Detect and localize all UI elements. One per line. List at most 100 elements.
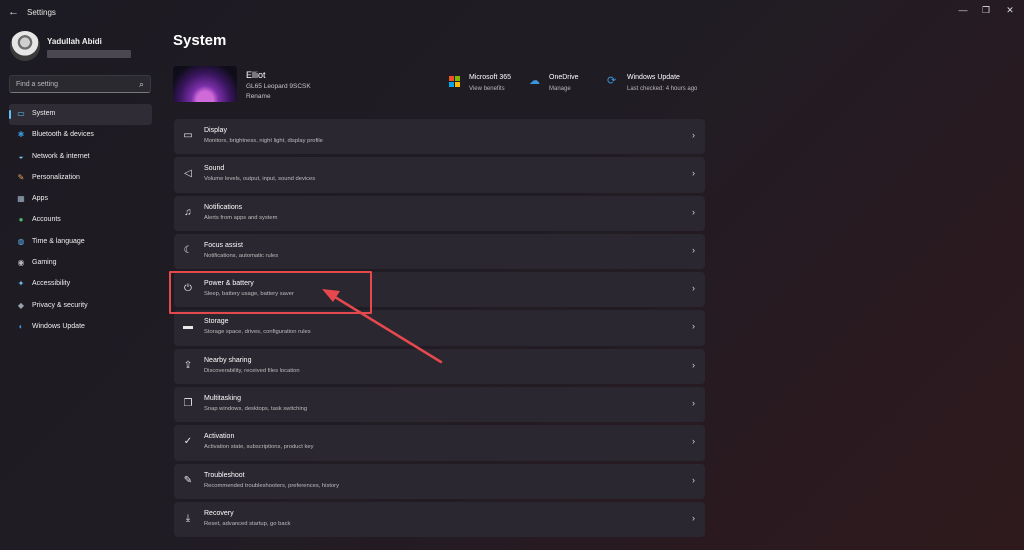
title-bar: ← Settings — ❐ ✕ — [0, 0, 1024, 26]
bell-icon: ♫ — [184, 206, 192, 218]
sidebar-item-windows-update[interactable]: ◐ Windows Update — [9, 317, 152, 338]
chevron-right-icon: › — [692, 321, 695, 332]
settings-row-title: Activation — [204, 433, 235, 441]
settings-row-sound[interactable]: ◁ Sound Volume levels, output, input, soun… — [174, 157, 705, 193]
wifi-icon: ◒ — [18, 151, 24, 161]
settings-row-storage[interactable]: ▬ Storage Storage space, drives, configura… — [174, 310, 705, 346]
settings-row-title: Nearby sharing — [204, 356, 252, 364]
sidebar-item-label: System — [32, 110, 56, 117]
globe-icon: ◍ — [17, 236, 25, 246]
checkmark-circle-icon: ✓ — [183, 436, 193, 448]
minimize-icon[interactable]: — — [954, 4, 972, 16]
settings-row-title: Sound — [204, 165, 225, 173]
settings-row-title: Display — [204, 127, 227, 134]
sidebar-item-accessibility[interactable]: ✦ Accessibility — [9, 274, 152, 295]
settings-row-title: Focus assist — [204, 241, 243, 249]
storage-icon: ▬ — [183, 321, 193, 333]
sidebar-item-network-internet[interactable]: ◒ Network & internet — [9, 147, 152, 168]
sidebar-item-label: Bluetooth & devices — [32, 131, 94, 139]
sidebar-item-label: Gaming — [32, 259, 57, 267]
settings-row-subtitle: Activation state, subscriptions, product… — [204, 444, 314, 451]
settings-row-focus-assist[interactable]: ☾ Focus assist Notifications, automatic ru… — [174, 233, 705, 270]
recovery-icon: ⤓ — [185, 512, 191, 524]
maximize-icon[interactable]: ❐ — [977, 4, 995, 16]
apps-icon: ▦ — [17, 194, 25, 204]
settings-row-subtitle: Alerts from apps and system — [204, 214, 278, 221]
settings-list: ▭ Display Monitors, brightness, night ligh… — [174, 119, 705, 540]
settings-row-subtitle: Discoverability, received files location — [204, 367, 300, 374]
brush-icon: ✎ — [17, 172, 25, 182]
sidebar-item-label: Accessibility — [32, 280, 71, 288]
onedrive-cloud-icon: ☁ — [529, 75, 540, 87]
device-wallpaper-thumbnail — [173, 66, 237, 102]
highlight-box-annotation — [169, 271, 372, 314]
chevron-right-icon: › — [692, 474, 695, 485]
rename-link[interactable]: Rename — [246, 93, 271, 100]
window-title: Settings — [27, 8, 56, 17]
shield-icon: ◆ — [17, 300, 25, 310]
settings-row-recovery[interactable]: ⤓ Recovery Reset, advanced startup, go bac… — [174, 501, 705, 538]
device-model: GL65 Leopard 9SCSK — [246, 83, 311, 90]
microsoft-logo-icon — [449, 76, 460, 87]
search-icon: ⌕ — [138, 79, 144, 89]
sidebar-item-label: Time & language — [32, 237, 85, 245]
sidebar-item-personalization[interactable]: ✎ Personalization — [9, 168, 152, 189]
settings-row-subtitle: Snap windows, desktops, task switching — [204, 406, 308, 413]
avatar[interactable] — [10, 31, 40, 61]
sidebar-item-label: Privacy & security — [32, 301, 88, 309]
search-placeholder: Find a setting — [16, 81, 59, 88]
active-indicator — [9, 110, 11, 119]
sidebar-item-bluetooth-devices[interactable]: ✱ Bluetooth & devices — [9, 125, 152, 146]
sidebar-item-label: Accounts — [32, 216, 61, 224]
multitask-icon: ❐ — [183, 398, 193, 410]
chevron-right-icon: › — [692, 398, 695, 409]
close-icon[interactable]: ✕ — [1001, 4, 1019, 16]
moon-icon: ☾ — [183, 244, 193, 256]
settings-row-subtitle: Monitors, brightness, night light, displ… — [204, 138, 323, 144]
update-icon: ◐ — [18, 321, 24, 331]
settings-row-title: Recovery — [204, 509, 234, 517]
bluetooth-icon: ✱ — [17, 130, 25, 140]
speaker-icon: ◁ — [184, 168, 192, 180]
settings-row-title: Storage — [204, 318, 229, 326]
settings-row-activation[interactable]: ✓ Activation Activation state, subscriptio… — [174, 425, 705, 461]
quick-link-title: OneDrive — [549, 74, 579, 81]
settings-row-subtitle: Storage space, drives, configuration rul… — [204, 329, 311, 336]
settings-row-multitasking[interactable]: ❐ Multitasking Snap windows, desktops, tas… — [174, 387, 705, 423]
accessibility-icon: ✦ — [17, 279, 25, 289]
profile-name: Yadullah Abidi — [47, 37, 102, 46]
quick-link-title: Windows Update — [627, 74, 680, 81]
settings-row-notifications[interactable]: ♫ Notifications Alerts from apps and syste… — [174, 195, 705, 231]
sidebar-item-gaming[interactable]: ◉ Gaming — [9, 253, 152, 274]
settings-row-troubleshoot[interactable]: ✎ Troubleshoot Recommended troubleshooters… — [174, 463, 705, 499]
sidebar-item-time-language[interactable]: ◍ Time & language — [9, 232, 152, 253]
sidebar-item-accounts[interactable]: ● Accounts — [9, 210, 152, 231]
gamepad-icon: ◉ — [17, 258, 25, 268]
sidebar-item-label: Network & internet — [32, 152, 90, 160]
sidebar-item-system[interactable]: ▭ System — [9, 104, 152, 126]
sidebar-item-label: Apps — [32, 195, 48, 203]
settings-row-subtitle: Notifications, automatic rules — [204, 252, 279, 259]
settings-row-subtitle: Reset, advanced startup, go back — [204, 520, 291, 527]
sidebar-item-privacy-security[interactable]: ◆ Privacy & security — [9, 296, 152, 317]
sidebar-nav: ▭ System ✱ Bluetooth & devices ◒ Network & in… — [9, 104, 152, 338]
share-icon: ⇪ — [183, 359, 193, 371]
quick-link-subtitle: Last checked: 4 hours ago — [627, 86, 698, 92]
sidebar-item-apps[interactable]: ▦ Apps — [9, 189, 152, 210]
search-input[interactable]: Find a setting ⌕ — [9, 75, 151, 93]
device-name: Elliot — [246, 70, 266, 80]
page-title: System — [173, 32, 227, 49]
monitor-icon: ▭ — [17, 109, 25, 118]
back-arrow-icon[interactable]: ← — [8, 6, 20, 18]
chevron-right-icon: › — [692, 436, 695, 447]
settings-row-title: Multitasking — [204, 395, 241, 403]
person-icon: ● — [18, 215, 24, 225]
settings-row-display[interactable]: ▭ Display Monitors, brightness, night ligh… — [174, 119, 705, 155]
settings-row-nearby-sharing[interactable]: ⇪ Nearby sharing Discoverability, received… — [174, 348, 705, 385]
chevron-right-icon: › — [692, 168, 695, 179]
settings-row-subtitle: Recommended troubleshooters, preferences… — [204, 482, 340, 489]
quick-link-subtitle: Manage — [549, 86, 571, 92]
chevron-right-icon: › — [692, 283, 695, 294]
display-icon: ▭ — [183, 130, 193, 141]
settings-row-title: Notifications — [204, 203, 243, 211]
